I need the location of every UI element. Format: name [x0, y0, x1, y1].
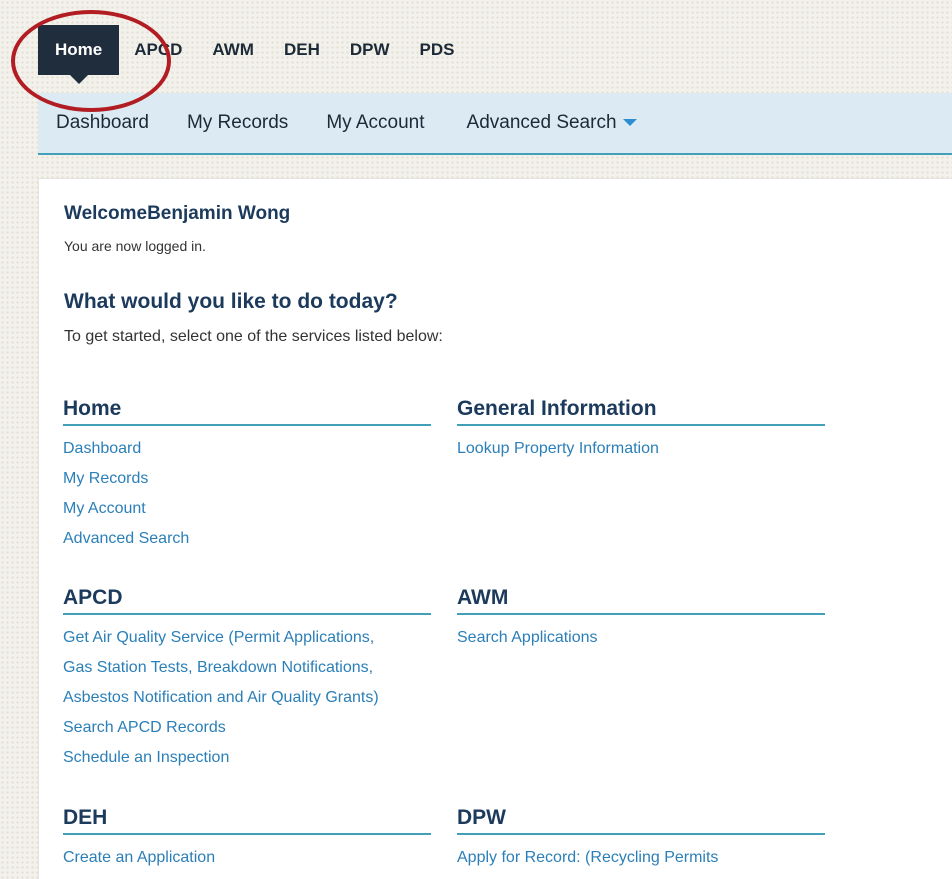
module-tabs: Home APCD AWM DEH DPW PDS	[38, 25, 470, 84]
section-awm: AWM Search Applications	[457, 583, 825, 653]
link-my-records[interactable]: My Records	[63, 464, 431, 494]
link-air-quality-service-line1[interactable]: Get Air Quality Service (Permit Applicat…	[63, 623, 431, 653]
section-awm-title: AWM	[457, 583, 825, 615]
caret-down-icon	[622, 119, 637, 127]
tab-pds[interactable]: PDS	[405, 25, 470, 75]
section-dpw-title: DPW	[457, 803, 825, 835]
section-deh: DEH Create an Application	[63, 803, 431, 873]
section-home: Home Dashboard My Records My Account Adv…	[63, 394, 431, 554]
link-schedule-inspection[interactable]: Schedule an Inspection	[63, 743, 431, 773]
subnav-my-records[interactable]: My Records	[187, 112, 288, 134]
section-home-links: Dashboard My Records My Account Advanced…	[63, 434, 431, 554]
link-lookup-property[interactable]: Lookup Property Information	[457, 434, 825, 464]
link-apply-for-record[interactable]: Apply for Record: (Recycling Permits	[457, 843, 825, 873]
link-create-application[interactable]: Create an Application	[63, 843, 431, 873]
link-air-quality-service-line2[interactable]: Gas Station Tests, Breakdown Notificatio…	[63, 653, 431, 683]
tab-awm[interactable]: AWM	[197, 25, 269, 75]
page: Home APCD AWM DEH DPW PDS Dashboard My R…	[0, 0, 952, 879]
section-home-title: Home	[63, 394, 431, 426]
tab-home[interactable]: Home	[38, 25, 120, 84]
subnav-my-account[interactable]: My Account	[326, 112, 424, 134]
link-dashboard[interactable]: Dashboard	[63, 434, 431, 464]
section-dpw-links: Apply for Record: (Recycling Permits	[457, 843, 825, 873]
subnav-dashboard[interactable]: Dashboard	[56, 112, 149, 134]
section-general-links: Lookup Property Information	[457, 434, 825, 464]
section-deh-title: DEH	[63, 803, 431, 835]
welcome-heading: WelcomeBenjamin Wong	[64, 203, 291, 224]
sub-navigation: Dashboard My Records My Account Advanced…	[38, 93, 952, 155]
section-dpw: DPW Apply for Record: (Recycling Permits	[457, 803, 825, 873]
link-my-account[interactable]: My Account	[63, 494, 431, 524]
login-status-text: You are now logged in.	[64, 238, 206, 254]
tab-apcd[interactable]: APCD	[119, 25, 197, 75]
tab-dpw[interactable]: DPW	[335, 25, 405, 75]
instruction-text: To get started, select one of the servic…	[64, 328, 443, 345]
section-apcd: APCD Get Air Quality Service (Permit App…	[63, 583, 431, 773]
subnav-advanced-search-label: Advanced Search	[466, 112, 617, 133]
link-air-quality-service-line3[interactable]: Asbestos Notification and Air Quality Gr…	[63, 683, 431, 713]
link-search-applications[interactable]: Search Applications	[457, 623, 825, 653]
section-general-information: General Information Lookup Property Info…	[457, 394, 825, 464]
section-deh-links: Create an Application	[63, 843, 431, 873]
question-heading: What would you like to do today?	[64, 290, 398, 313]
slide-title-fragment	[0, 0, 952, 10]
section-awm-links: Search Applications	[457, 623, 825, 653]
link-search-apcd-records[interactable]: Search APCD Records	[63, 713, 431, 743]
section-apcd-links: Get Air Quality Service (Permit Applicat…	[63, 623, 431, 773]
section-general-title: General Information	[457, 394, 825, 426]
tab-deh[interactable]: DEH	[269, 25, 335, 75]
link-advanced-search[interactable]: Advanced Search	[63, 524, 431, 554]
subnav-advanced-search[interactable]: Advanced Search	[467, 112, 637, 134]
section-apcd-title: APCD	[63, 583, 431, 615]
